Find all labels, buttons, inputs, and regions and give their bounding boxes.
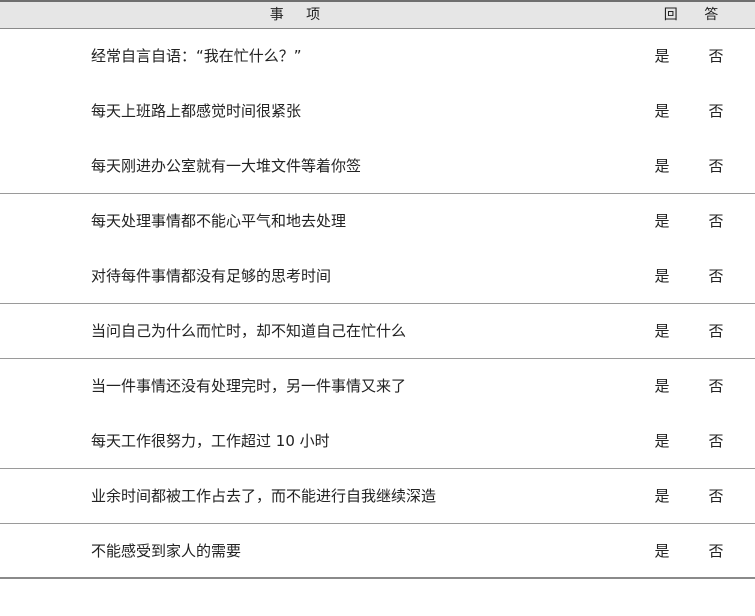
- row-yes-option: 是: [654, 212, 670, 230]
- row-yes-option: 是: [654, 47, 670, 65]
- row-yes-option: 是: [654, 267, 670, 285]
- table-row: 对待每件事情都没有足够的思考时间 是 否: [0, 249, 755, 304]
- row-yes-option: 是: [654, 102, 670, 120]
- row-question: 每天刚进办公室就有一大堆文件等着你签: [91, 157, 362, 175]
- row-no-option: 否: [708, 212, 724, 230]
- row-question: 不能感受到家人的需要: [91, 542, 242, 560]
- row-no-option: 否: [708, 157, 724, 175]
- table-row: 每天处理事情都不能心平气和地去处理 是 否: [0, 194, 755, 249]
- table-row: 当一件事情还没有处理完时，另一件事情又来了 是 否: [0, 359, 755, 414]
- row-yes-option: 是: [654, 322, 670, 340]
- header-item: 事项: [269, 7, 343, 23]
- table-row: 每天上班路上都感觉时间很紧张 是 否: [0, 84, 755, 139]
- table-row: 每天刚进办公室就有一大堆文件等着你签 是 否: [0, 139, 755, 194]
- table-row: 不能感受到家人的需要 是 否: [0, 524, 755, 579]
- row-question: 当问自己为什么而忙时，却不知道自己在忙什么: [91, 322, 407, 340]
- row-no-option: 否: [708, 322, 724, 340]
- row-question: 每天处理事情都不能心平气和地去处理: [91, 212, 347, 230]
- row-yes-option: 是: [654, 542, 670, 560]
- row-yes-option: 是: [654, 432, 670, 450]
- row-no-option: 否: [708, 377, 724, 395]
- table-row: 每天工作很努力，工作超过 10 小时 是 否: [0, 414, 755, 469]
- row-no-option: 否: [708, 102, 724, 120]
- table-row: 当问自己为什么而忙时，却不知道自己在忙什么 是 否: [0, 304, 755, 359]
- row-yes-option: 是: [654, 377, 670, 395]
- row-no-option: 否: [708, 542, 724, 560]
- row-question: 每天工作很努力，工作超过 10 小时: [91, 432, 330, 450]
- row-question: 经常自言自语：“我在忙什么？”: [91, 47, 302, 65]
- row-question: 每天上班路上都感觉时间很紧张: [91, 102, 302, 120]
- row-no-option: 否: [708, 432, 724, 450]
- row-no-option: 否: [708, 487, 724, 505]
- header-answer: 回答: [663, 7, 745, 23]
- row-no-option: 否: [708, 267, 724, 285]
- row-question: 对待每件事情都没有足够的思考时间: [91, 267, 332, 285]
- row-yes-option: 是: [654, 157, 670, 175]
- row-yes-option: 是: [654, 487, 670, 505]
- table-body: 经常自言自语：“我在忙什么？” 是 否 每天上班路上都感觉时间很紧张 是 否 每…: [0, 29, 755, 579]
- table-row: 经常自言自语：“我在忙什么？” 是 否: [0, 29, 755, 84]
- table-row: 业余时间都被工作占去了，而不能进行自我继续深造 是 否: [0, 469, 755, 524]
- row-no-option: 否: [708, 47, 724, 65]
- row-question: 当一件事情还没有处理完时，另一件事情又来了: [91, 377, 407, 395]
- row-question: 业余时间都被工作占去了，而不能进行自我继续深造: [91, 487, 437, 505]
- table-header: 事项 回答: [0, 0, 755, 29]
